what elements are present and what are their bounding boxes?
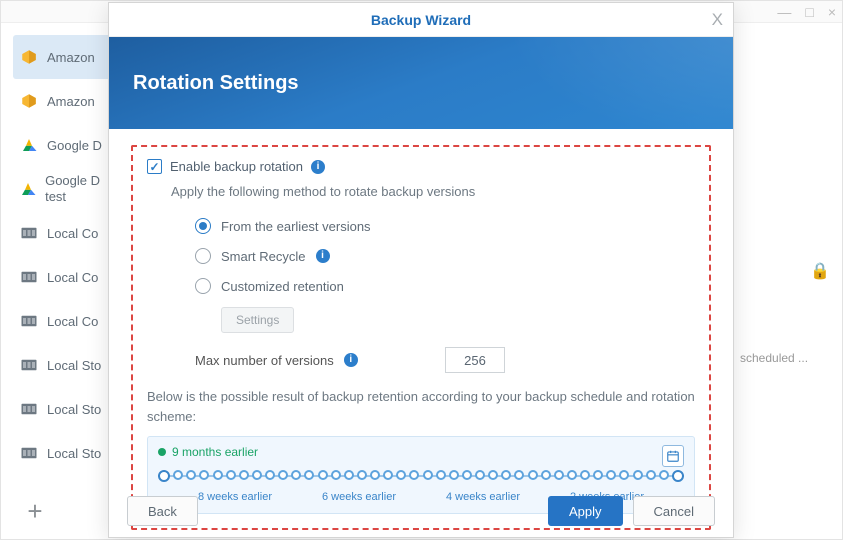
task-scheduled-text: scheduled ...	[740, 351, 830, 365]
retention-settings-button: Settings	[221, 307, 294, 333]
sidebar-item-label: Local Sto	[47, 402, 101, 417]
storage-icon	[19, 267, 39, 287]
modal-title: Backup Wizard	[371, 12, 471, 28]
parent-minimize-button[interactable]: —	[777, 5, 791, 19]
sidebar-item-google-drive[interactable]: Google D	[13, 123, 123, 167]
sidebar-item-local[interactable]: Local Sto	[13, 387, 123, 431]
info-icon[interactable]: i	[311, 160, 325, 174]
parent-maximize-button[interactable]: □	[805, 5, 813, 19]
sidebar-item-label: Local Sto	[47, 358, 101, 373]
google-drive-icon	[19, 135, 39, 155]
add-task-button[interactable]: +	[13, 493, 57, 529]
modal-titlebar: Backup Wizard X	[109, 3, 733, 37]
sidebar-item-label: Local Co	[47, 270, 98, 285]
timeline-dots	[158, 470, 684, 482]
radio-customized-retention[interactable]	[195, 278, 211, 294]
backup-task-list: Amazon Amazon Google D Google D test	[13, 35, 123, 527]
info-icon[interactable]: i	[316, 249, 330, 263]
radio-smart-label: Smart Recycle	[221, 249, 306, 264]
calendar-icon[interactable]	[662, 445, 684, 467]
task-detail-panel: 🔒 scheduled ...	[740, 261, 830, 365]
radio-custom-label: Customized retention	[221, 279, 344, 294]
enable-rotation-checkbox[interactable]: ✓	[147, 159, 162, 174]
sidebar-item-google-drive-test[interactable]: Google D test	[13, 167, 123, 211]
sidebar-item-label: Local Sto	[47, 446, 101, 461]
apply-button[interactable]: Apply	[548, 496, 623, 526]
info-icon[interactable]: i	[344, 353, 358, 367]
max-versions-input[interactable]	[445, 347, 505, 373]
storage-icon	[19, 311, 39, 331]
storage-icon	[19, 443, 39, 463]
modal-close-button[interactable]: X	[712, 10, 723, 30]
sidebar-item-local[interactable]: Local Sto	[13, 343, 123, 387]
sidebar-item-amazon[interactable]: Amazon	[13, 35, 123, 79]
amazon-icon	[19, 91, 39, 111]
sidebar-item-local[interactable]: Local Co	[13, 255, 123, 299]
sidebar-item-label: Local Co	[47, 226, 98, 241]
sidebar-item-local[interactable]: Local Co	[13, 211, 123, 255]
timeline-start-dot-icon	[158, 448, 166, 456]
sidebar-item-label: Google D	[47, 138, 102, 153]
rotation-method-radio-group: From the earliest versions Smart Recycle…	[195, 211, 695, 301]
highlight-region: ✓ Enable backup rotation i Apply the fol…	[131, 145, 711, 530]
max-versions-label: Max number of versions	[195, 353, 334, 368]
apply-method-text: Apply the following method to rotate bac…	[171, 184, 695, 199]
timeline-start-label: 9 months earlier	[172, 445, 258, 459]
backup-wizard-modal: Backup Wizard X Rotation Settings ✓ Enab…	[108, 2, 734, 538]
radio-earliest-versions[interactable]	[195, 218, 211, 234]
sidebar-item-label: Google D test	[45, 173, 117, 204]
banner: Rotation Settings	[109, 37, 733, 129]
lock-icon: 🔒	[740, 261, 830, 281]
page-heading: Rotation Settings	[133, 72, 299, 95]
google-drive-icon	[19, 179, 37, 199]
sidebar-item-label: Amazon	[47, 50, 95, 65]
storage-icon	[19, 399, 39, 419]
sidebar-item-local[interactable]: Local Sto	[13, 431, 123, 475]
enable-rotation-label: Enable backup rotation	[170, 159, 303, 174]
sidebar-item-amazon[interactable]: Amazon	[13, 79, 123, 123]
radio-smart-recycle[interactable]	[195, 248, 211, 264]
cancel-button[interactable]: Cancel	[633, 496, 715, 526]
sidebar-item-label: Local Co	[47, 314, 98, 329]
retention-preview-text: Below is the possible result of backup r…	[147, 387, 695, 426]
radio-earliest-label: From the earliest versions	[221, 219, 371, 234]
storage-icon	[19, 355, 39, 375]
sidebar-item-label: Amazon	[47, 94, 95, 109]
storage-icon	[19, 223, 39, 243]
wizard-footer: Back Apply Cancel	[109, 485, 733, 537]
sidebar-item-local[interactable]: Local Co	[13, 299, 123, 343]
back-button[interactable]: Back	[127, 496, 198, 526]
amazon-icon	[19, 47, 39, 67]
parent-close-button[interactable]: ×	[828, 5, 836, 19]
